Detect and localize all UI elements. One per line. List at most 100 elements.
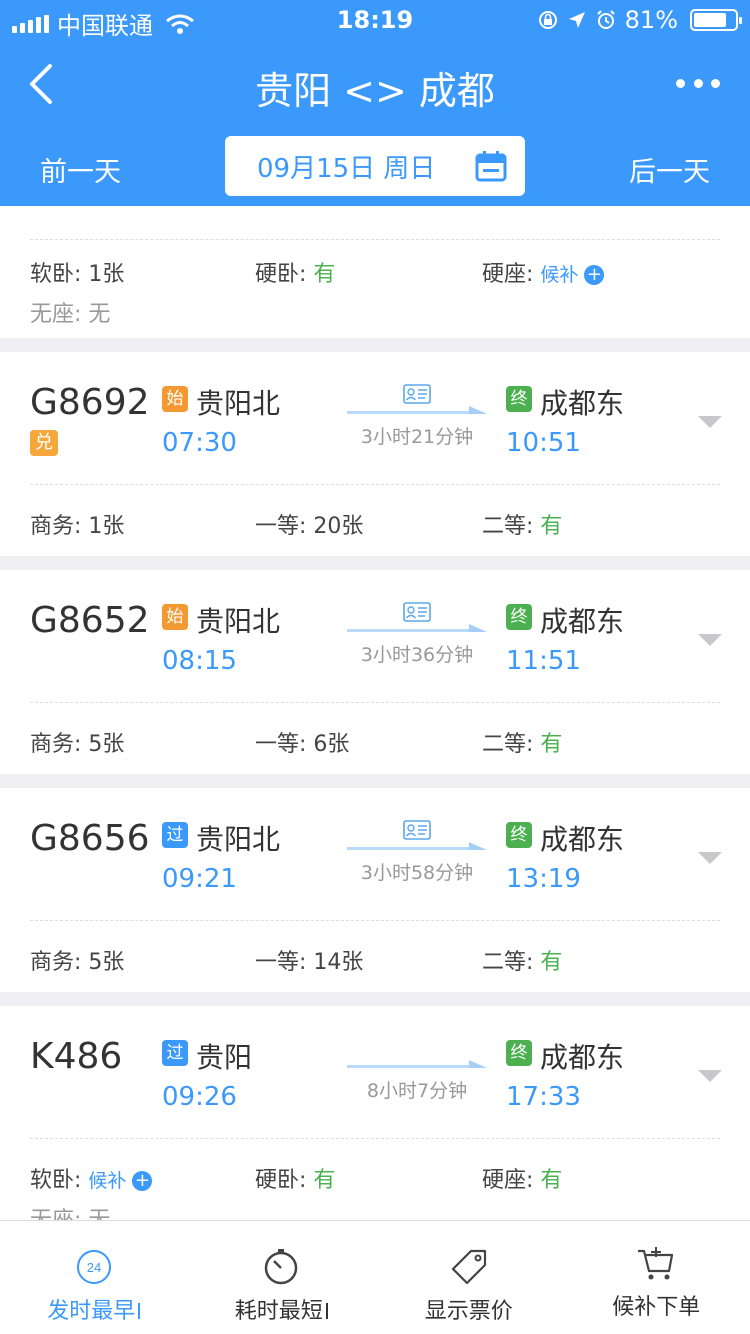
seat-count: 14张	[313, 950, 364, 975]
train-row[interactable]: G8656 过 贵阳北 09:21 3小时58分钟 终 成都东 13:19	[0, 788, 750, 920]
seat-info: 一等: 6张	[255, 726, 349, 758]
departure-station: 贵阳北	[196, 605, 281, 638]
seat-line: 商务: 1张 一等: 20张 二等: 有	[0, 502, 750, 542]
clock-24-icon: 24	[74, 1247, 114, 1287]
seat-line: 软卧: 候补 + 硬卧: 有硬座: 有	[0, 1156, 750, 1196]
arrival-station: 成都东	[540, 605, 625, 638]
seat-list: 商务: 1张 一等: 20张 二等: 有	[0, 484, 750, 556]
arrow-icon	[347, 624, 487, 632]
seat-class-label: 硬卧:	[255, 262, 307, 287]
train-card[interactable]: G8656 过 贵阳北 09:21 3小时58分钟 终 成都东 13:19 商务…	[0, 788, 750, 992]
seat-info: 一等: 20张	[255, 508, 363, 540]
seat-list: 商务: 5张 一等: 6张 二等: 有	[0, 702, 750, 774]
seat-info: 硬座: 有	[482, 1162, 562, 1194]
arrival-station: 成都东	[540, 1041, 625, 1074]
departure-time: 08:15	[162, 646, 237, 676]
tab-cart-plus[interactable]: 候补下单	[563, 1221, 750, 1334]
seat-info: 硬卧: 有	[255, 256, 335, 288]
price-tag-icon	[449, 1247, 489, 1287]
waitlist-plus-icon[interactable]: +	[584, 265, 605, 285]
train-row[interactable]: G8652 始 贵阳北 08:15 3小时36分钟 终 成都东 11:51	[0, 570, 750, 702]
arrival-time: 10:51	[506, 428, 581, 458]
seat-class-label: 软卧:	[30, 1168, 82, 1193]
seat-class-label: 硬座:	[482, 1168, 534, 1193]
duration: 8小时7分钟	[366, 1080, 468, 1102]
seat-count: 1张	[88, 514, 125, 539]
tab-label: 候补下单	[563, 1289, 750, 1321]
departure-time: 09:21	[162, 864, 237, 894]
train-number: K486	[30, 1036, 123, 1077]
departure-time: 09:26	[162, 1082, 237, 1112]
chevron-down-icon[interactable]	[698, 634, 722, 648]
waitlist-link[interactable]: 候补	[540, 264, 578, 286]
departure-badge: 始	[162, 386, 188, 412]
arrival-badge: 终	[506, 386, 532, 412]
arrival-badge: 终	[506, 1040, 532, 1066]
departure-time: 07:30	[162, 428, 237, 458]
seat-list: 商务: 5张 一等: 14张 二等: 有	[0, 920, 750, 992]
battery-icon	[690, 9, 742, 31]
train-card-partial[interactable]: 软卧: 1张 硬卧: 有 硬座: 候补 + 无座: 无	[0, 206, 750, 338]
seat-line: 商务: 5张 一等: 6张 二等: 有	[0, 720, 750, 760]
arrival-badge: 终	[506, 822, 532, 848]
arrow-icon	[347, 406, 487, 414]
chevron-down-icon[interactable]	[698, 1070, 722, 1084]
id-card-icon	[403, 602, 431, 622]
nav-bar: 贵阳 <> 成都	[0, 44, 750, 124]
train-card[interactable]: K486 过 贵阳 09:26 8小时7分钟 终 成都东 17:33 软卧: 候…	[0, 1006, 750, 1250]
waitlist-link[interactable]: 候补	[88, 1170, 126, 1192]
arrival-station: 成都东	[540, 387, 625, 420]
tab-label: 显示票价	[375, 1293, 563, 1325]
seat-count: 5张	[88, 950, 125, 975]
train-number: G8692	[30, 382, 150, 423]
seat-availability: 有	[313, 262, 336, 287]
arrival-time: 11:51	[506, 646, 581, 676]
selected-date: 09月15日 周日	[257, 153, 436, 184]
next-day-button[interactable]: 后一天	[629, 150, 710, 189]
tab-label-text: 候补下单	[612, 1295, 701, 1320]
seat-count: 5张	[88, 732, 125, 757]
train-row[interactable]: K486 过 贵阳 09:26 8小时7分钟 终 成都东 17:33	[0, 1006, 750, 1138]
date-picker[interactable]: 09月15日 周日	[225, 136, 525, 196]
arrow-icon	[347, 1060, 487, 1068]
tab-price-tag[interactable]: 显示票价	[375, 1221, 563, 1334]
tab-clock-24[interactable]: 24 发时最早	[0, 1221, 188, 1334]
timer-icon	[261, 1247, 301, 1287]
calendar-icon	[475, 151, 507, 182]
seat-count: 6张	[313, 732, 350, 757]
train-card[interactable]: G8652 始 贵阳北 08:15 3小时36分钟 终 成都东 11:51 商务…	[0, 570, 750, 774]
chevron-down-icon[interactable]	[698, 852, 722, 866]
seat-class-label: 二等:	[482, 732, 534, 757]
waitlist-plus-icon[interactable]: +	[132, 1171, 153, 1191]
tab-label: 发时最早	[0, 1293, 188, 1325]
chevron-down-icon[interactable]	[698, 416, 722, 430]
more-icon[interactable]	[676, 68, 720, 98]
seat-info: 软卧: 候补 +	[30, 1162, 153, 1194]
train-list: 软卧: 1张 硬卧: 有硬座: 候补 + 无座: 无 G8692 兑 始 贵阳北 0…	[0, 206, 750, 1264]
tab-label: 耗时最短	[188, 1293, 376, 1325]
sort-caret-icon	[138, 1303, 141, 1319]
arrival-time: 13:19	[506, 864, 581, 894]
seat-class-label: 软卧:	[30, 262, 82, 287]
train-row[interactable]: G8692 兑 始 贵阳北 07:30 3小时21分钟 终 成都东 10:51	[0, 352, 750, 484]
prev-day-button[interactable]: 前一天	[40, 150, 121, 189]
arrival-station: 成都东	[540, 823, 625, 856]
seat-availability: 有	[313, 1168, 336, 1193]
train-card[interactable]: G8692 兑 始 贵阳北 07:30 3小时21分钟 终 成都东 10:51 …	[0, 352, 750, 556]
duration: 3小时58分钟	[360, 862, 474, 884]
seat-class-label: 商务:	[30, 732, 82, 757]
seat-class-label: 无座:	[30, 302, 82, 327]
tab-timer[interactable]: 耗时最短	[188, 1221, 376, 1334]
status-bar: 中国联通 18:19 81%	[0, 0, 750, 40]
seat-availability: 有	[540, 514, 563, 539]
battery-percent: 81%	[624, 6, 678, 34]
seat-info: 无座: 无	[30, 296, 110, 328]
arrow-icon	[347, 842, 487, 850]
seat-line: 无座: 无	[0, 290, 750, 330]
departure-station: 贵阳	[196, 1041, 253, 1074]
id-card-icon	[403, 820, 431, 840]
seat-line: 软卧: 1张 硬卧: 有 硬座: 候补 +	[0, 250, 750, 290]
bottom-tab-bar: 24 发时最早 耗时最短 显示票价 候补下单	[0, 1220, 750, 1334]
seat-info: 一等: 14张	[255, 944, 363, 976]
seat-class-label: 一等:	[255, 950, 307, 975]
